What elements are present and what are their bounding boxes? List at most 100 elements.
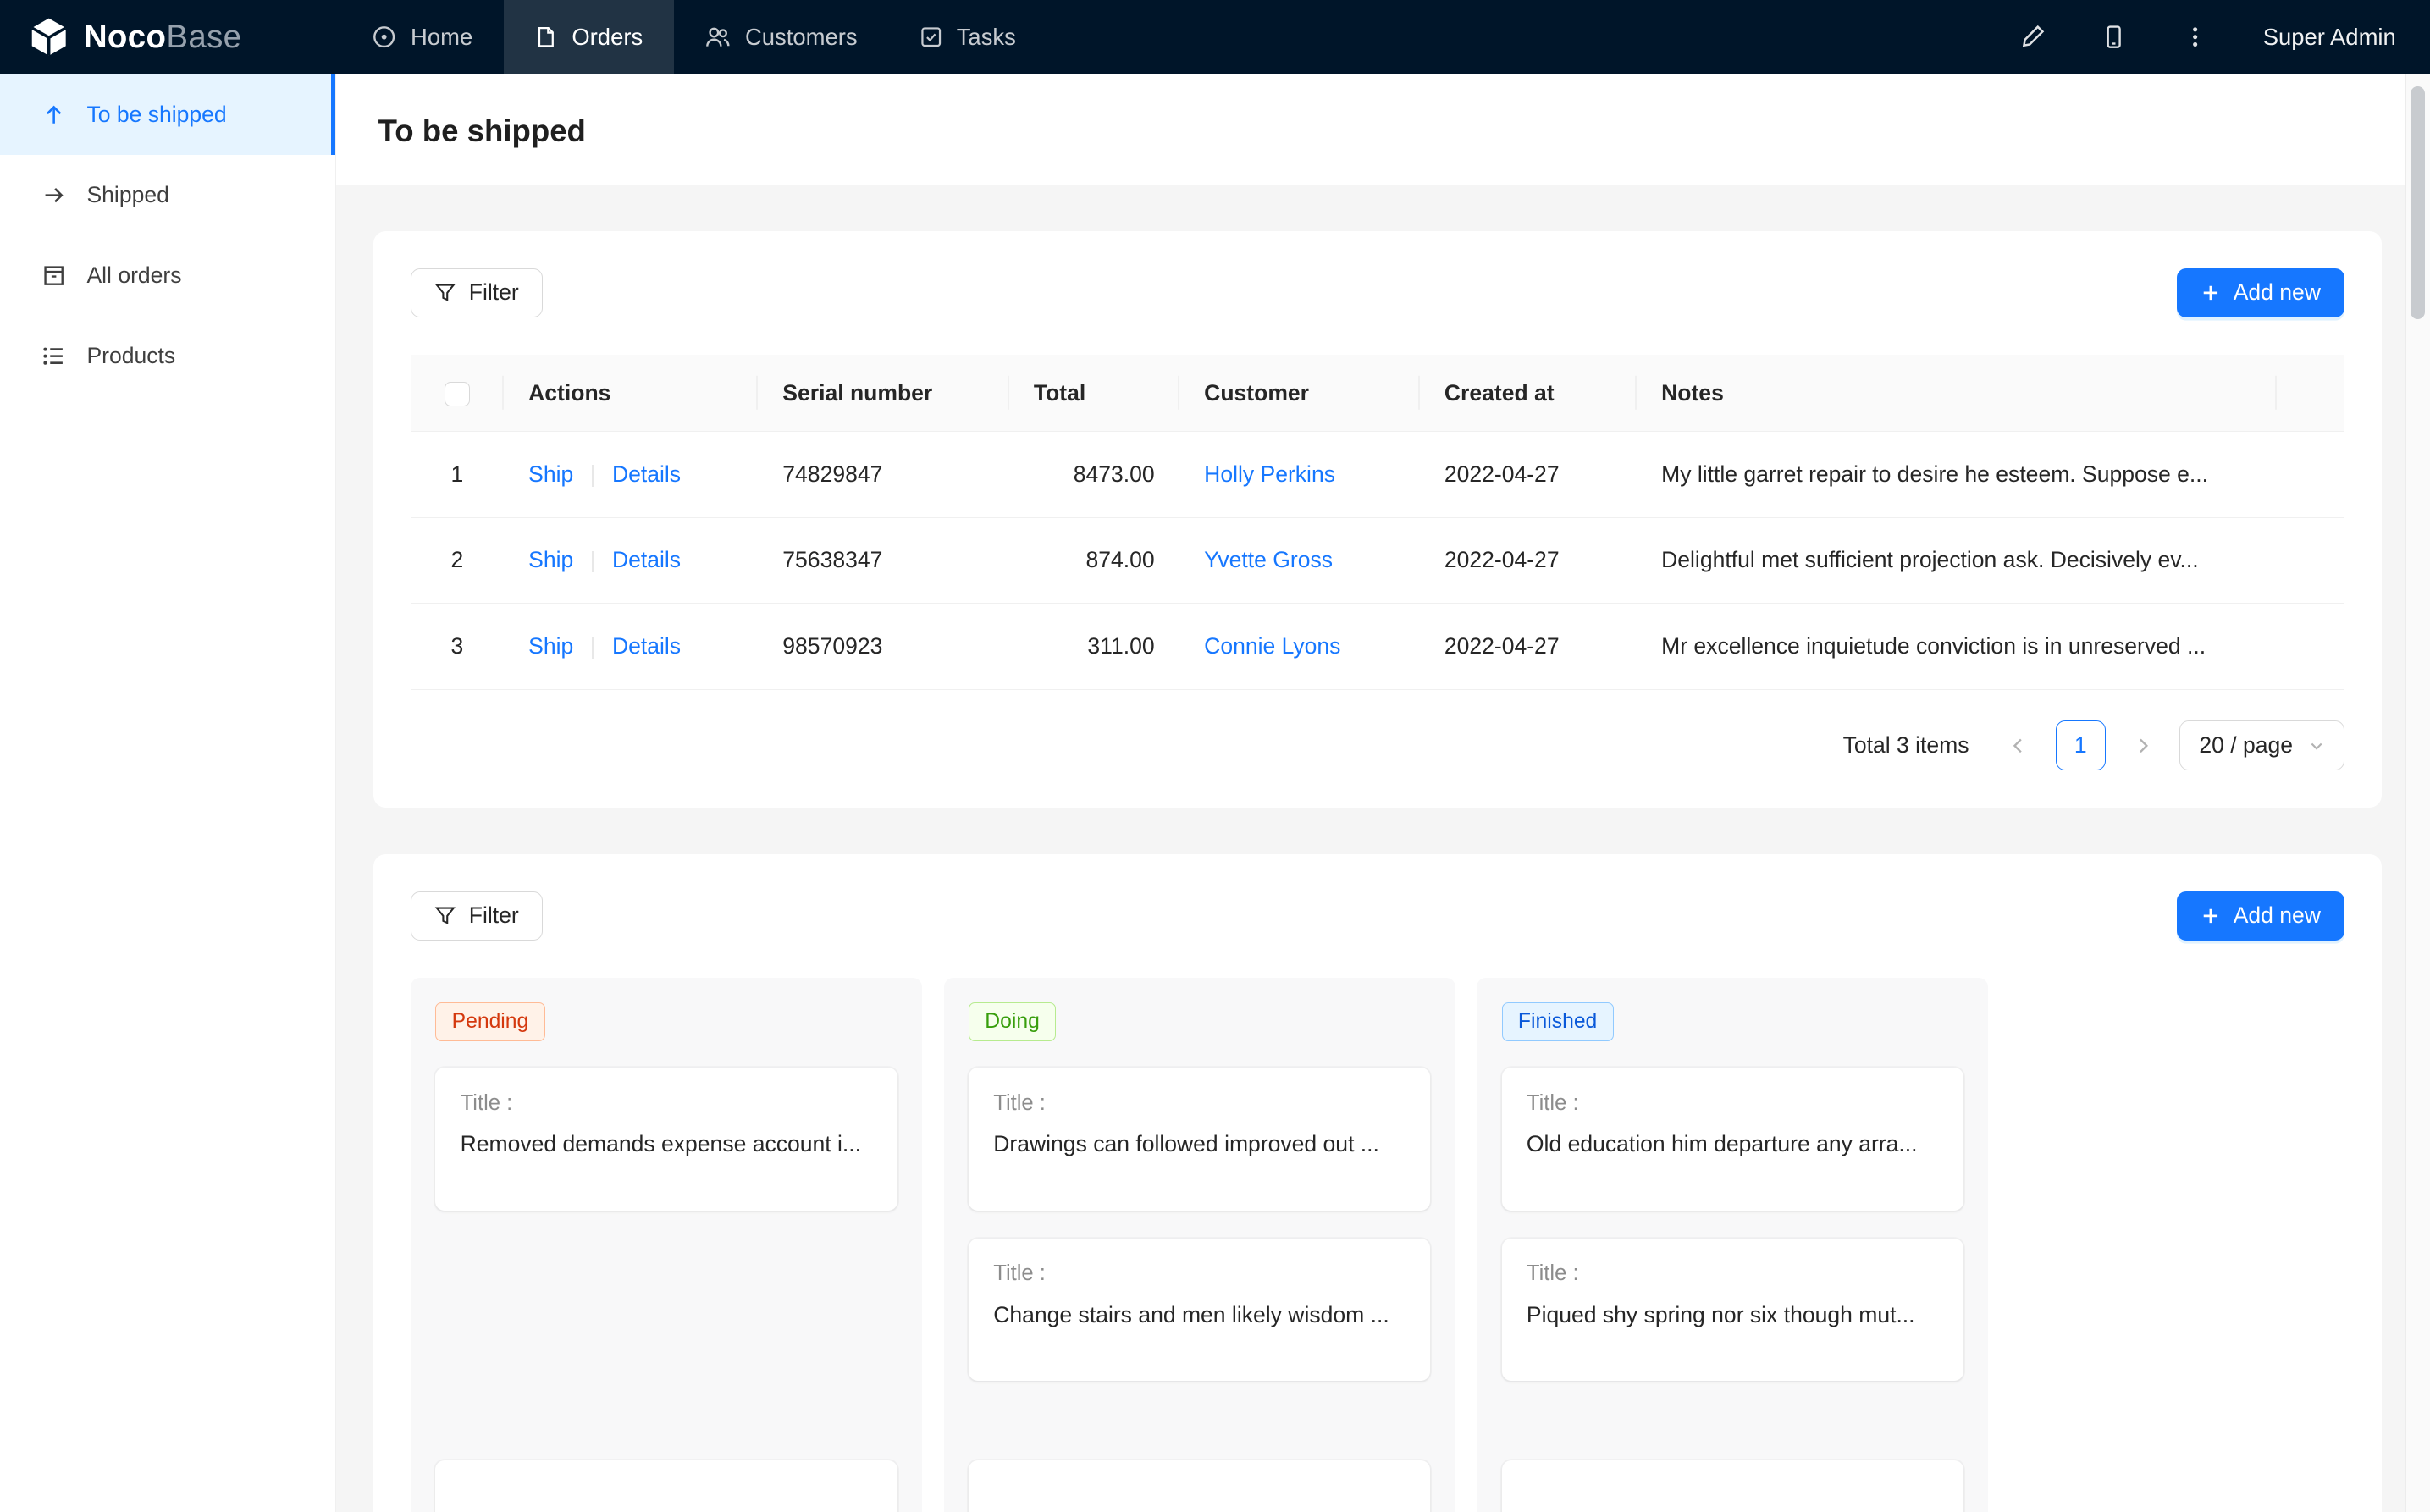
main-area: To be shipped Filter bbox=[336, 74, 2430, 1512]
sidebar-item-shipped[interactable]: Shipped bbox=[0, 155, 335, 235]
scrollbar-thumb[interactable] bbox=[2411, 86, 2424, 319]
page-content: Filter Add new bbox=[336, 185, 2430, 1512]
nocobase-logo-icon bbox=[28, 16, 69, 58]
filter-button-label: Filter bbox=[469, 902, 519, 929]
column-header-created-at: Created at bbox=[1420, 355, 1637, 432]
app-window: NocoBase Home Orders Customers bbox=[0, 0, 2430, 1512]
add-new-button[interactable]: Add new bbox=[2177, 891, 2345, 941]
actions-cell: Ship Details bbox=[504, 517, 758, 604]
column-header-select bbox=[411, 355, 504, 432]
kanban-card[interactable]: Title : Drawings can followed improved o… bbox=[969, 1068, 1430, 1210]
add-new-button[interactable]: Add new bbox=[2177, 268, 2345, 318]
top-navbar: NocoBase Home Orders Customers bbox=[0, 0, 2430, 74]
nav-item-customers[interactable]: Customers bbox=[674, 0, 888, 74]
ship-link[interactable]: Ship bbox=[528, 547, 573, 572]
kanban-card[interactable]: Title : Piqued shy spring nor six though… bbox=[1502, 1239, 1963, 1381]
nav-item-tasks[interactable]: Tasks bbox=[888, 0, 1047, 74]
sidebar-item-label: To be shipped bbox=[86, 102, 226, 128]
kanban-card[interactable]: Title : Removed demands expense account … bbox=[435, 1068, 897, 1210]
card-field-value: Piqued shy spring nor six though mut... bbox=[1527, 1302, 1939, 1328]
ui-editor-pen-icon[interactable] bbox=[2019, 24, 2046, 50]
kanban-card-partial[interactable] bbox=[1502, 1460, 1963, 1512]
sidebar-item-all-orders[interactable]: All orders bbox=[0, 235, 335, 316]
prev-page-button[interactable] bbox=[1994, 720, 2044, 770]
total-cell: 874.00 bbox=[1009, 517, 1179, 604]
chevron-left-icon bbox=[2008, 736, 2029, 756]
empty-cell bbox=[2277, 432, 2345, 518]
chevron-down-icon bbox=[2308, 737, 2325, 754]
brand-name-light: Base bbox=[166, 19, 241, 55]
table-row: 1 ShipDetails 74829847 8473.00 Holly Per… bbox=[411, 432, 2344, 518]
column-header-actions: Actions bbox=[504, 355, 758, 432]
select-all-checkbox[interactable] bbox=[445, 382, 469, 406]
card-field-label: Title : bbox=[1527, 1091, 1939, 1116]
card-field-value: Drawings can followed improved out ... bbox=[993, 1131, 1406, 1157]
details-link[interactable]: Details bbox=[612, 547, 681, 572]
table-row: 3 ShipDetails 98570923 311.00 Connie Lyo… bbox=[411, 604, 2344, 690]
kanban-card-partial[interactable] bbox=[969, 1460, 1430, 1512]
kanban-toolbar: Filter Add new bbox=[411, 891, 2344, 941]
brand-name-bold: Noco bbox=[84, 19, 167, 55]
actions-cell: Ship Details bbox=[504, 432, 758, 518]
nav-item-home[interactable]: Home bbox=[341, 0, 504, 74]
plus-icon bbox=[2201, 283, 2221, 303]
list-icon bbox=[41, 344, 66, 368]
notes-cell: My little garret repair to desire he est… bbox=[1637, 432, 2277, 518]
main-nav: Home Orders Customers Tasks bbox=[341, 0, 1047, 74]
home-icon bbox=[372, 25, 396, 49]
nav-item-orders[interactable]: Orders bbox=[504, 0, 674, 74]
column-header-empty bbox=[2277, 355, 2345, 432]
card-field-label: Title : bbox=[993, 1261, 1406, 1286]
scrollbar[interactable] bbox=[2405, 74, 2430, 1512]
pagination-total: Total 3 items bbox=[1843, 732, 1969, 759]
customer-link[interactable]: Yvette Gross bbox=[1204, 547, 1333, 572]
empty-cell bbox=[2277, 517, 2345, 604]
customers-icon bbox=[704, 25, 731, 49]
brand[interactable]: NocoBase bbox=[0, 0, 307, 74]
details-link[interactable]: Details bbox=[612, 461, 681, 487]
card-field-label: Title : bbox=[1527, 1261, 1939, 1286]
status-badge-pending: Pending bbox=[435, 1002, 544, 1041]
sidebar-item-label: Shipped bbox=[86, 182, 168, 208]
more-menu-icon[interactable] bbox=[2183, 25, 2207, 49]
kanban-card[interactable]: Title : Change stairs and men likely wis… bbox=[969, 1239, 1430, 1381]
filter-icon bbox=[434, 905, 456, 927]
filter-button[interactable]: Filter bbox=[411, 891, 543, 941]
chevron-right-icon bbox=[2133, 736, 2153, 756]
brand-name: NocoBase bbox=[84, 19, 242, 56]
mobile-icon[interactable] bbox=[2101, 25, 2126, 49]
status-badge-finished: Finished bbox=[1502, 1002, 1614, 1041]
page-size-select[interactable]: 20 / page bbox=[2179, 720, 2344, 770]
arrow-up-icon bbox=[41, 102, 66, 127]
file-box-icon bbox=[41, 263, 66, 288]
user-menu[interactable]: Super Admin bbox=[2263, 24, 2396, 51]
created-at-cell: 2022-04-27 bbox=[1420, 517, 1637, 604]
ship-link[interactable]: Ship bbox=[528, 633, 573, 659]
page-1-button[interactable]: 1 bbox=[2056, 720, 2106, 770]
customer-link[interactable]: Holly Perkins bbox=[1204, 461, 1335, 487]
table-header-row: Actions Serial number Total Customer Cre… bbox=[411, 355, 2344, 432]
nav-item-label: Customers bbox=[745, 24, 858, 51]
column-header-total: Total bbox=[1009, 355, 1179, 432]
kanban-card[interactable]: Title : Old education him departure any … bbox=[1502, 1068, 1963, 1210]
serial-cell: 75638347 bbox=[758, 517, 1009, 604]
sidebar-item-to-be-shipped[interactable]: To be shipped bbox=[0, 74, 335, 155]
card-field-value: Removed demands expense account i... bbox=[461, 1131, 873, 1157]
kanban-card-partial[interactable] bbox=[435, 1460, 897, 1512]
details-link[interactable]: Details bbox=[612, 633, 681, 659]
add-new-button-label: Add new bbox=[2234, 902, 2321, 929]
created-at-cell: 2022-04-27 bbox=[1420, 432, 1637, 518]
ship-link[interactable]: Ship bbox=[528, 461, 573, 487]
customer-link[interactable]: Connie Lyons bbox=[1204, 633, 1340, 659]
next-page-button[interactable] bbox=[2118, 720, 2168, 770]
sidebar-item-products[interactable]: Products bbox=[0, 316, 335, 396]
created-at-cell: 2022-04-27 bbox=[1420, 604, 1637, 690]
sidebar-item-label: All orders bbox=[86, 262, 181, 289]
kanban-column-finished: Finished Title : Old education him depar… bbox=[1477, 978, 1988, 1512]
card-field-label: Title : bbox=[993, 1091, 1406, 1116]
customer-cell: Connie Lyons bbox=[1179, 604, 1420, 690]
sidebar: To be shipped Shipped All orders Product… bbox=[0, 74, 336, 1512]
sidebar-item-label: Products bbox=[86, 343, 175, 369]
filter-button[interactable]: Filter bbox=[411, 268, 543, 318]
kanban-column-pending: Pending Title : Removed demands expense … bbox=[411, 978, 922, 1512]
